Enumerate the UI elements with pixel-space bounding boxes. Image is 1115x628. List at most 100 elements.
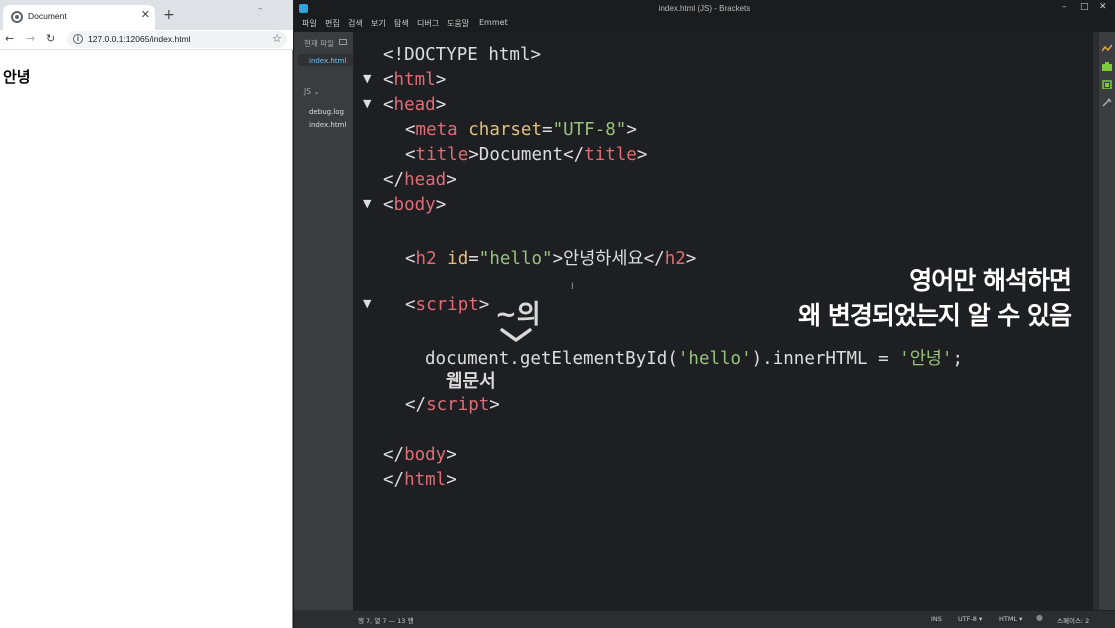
tag-name: meta (415, 120, 458, 140)
extension-manager-icon[interactable] (1102, 62, 1112, 71)
js-code: ).innerHTML = (751, 349, 900, 369)
tag-name: body (393, 195, 436, 215)
menu-edit[interactable]: 편집 (325, 18, 340, 29)
browser-tab[interactable]: Document ✕ (3, 5, 155, 30)
attr-name: id (447, 249, 469, 269)
project-file-index-html[interactable]: index.html (309, 121, 346, 129)
text-node: 안녕하세요 (563, 249, 644, 269)
menu-file[interactable]: 파일 (302, 18, 317, 29)
caption-line-2: 왜 변경되었는지 알 수 있음 (798, 301, 1072, 330)
minimize-icon[interactable]: – (258, 4, 263, 14)
attr-value: "UTF-8" (552, 120, 627, 140)
split-view-icon[interactable] (339, 39, 347, 45)
tag-name: body (404, 445, 447, 465)
brackets-window: index.html (JS) - Brackets – □ ✕ 파일 편집 검… (294, 0, 1115, 628)
menu-help[interactable]: 도움말 (447, 18, 469, 29)
fold-arrow-icon[interactable]: ▼ (363, 97, 371, 110)
cursor-position: 행 7, 열 7 — 13 행 (358, 617, 414, 625)
encoding-select[interactable]: UTF-8 ▾ (958, 615, 982, 623)
menu-bar: 파일 편집 검색 보기 탐색 디버그 도움말 Emmet (294, 17, 1115, 32)
menu-emmet[interactable]: Emmet (479, 18, 508, 27)
tag-name: h2 (664, 249, 686, 269)
browser-tabstrip: Document ✕ + – (0, 0, 293, 30)
doctype: <!DOCTYPE html> (383, 45, 542, 65)
attr-name: charset (468, 120, 543, 140)
new-tab-icon[interactable]: + (163, 7, 175, 23)
browser-toolbar: ← → ↻ i 127.0.0.1:12065/index.html ☆ (0, 30, 293, 50)
linter-status-icon[interactable]: ● (1036, 613, 1043, 622)
tag-name: script (426, 395, 490, 415)
address-bar[interactable]: i 127.0.0.1:12065/index.html ☆ (67, 31, 287, 48)
minimize-icon[interactable]: – (1062, 2, 1067, 12)
live-preview-icon[interactable] (1102, 44, 1112, 53)
attr-value: "hello" (478, 249, 553, 269)
maximize-icon[interactable]: □ (1080, 2, 1089, 12)
tag-name: html (404, 470, 447, 490)
code-line-17: </html> (383, 470, 457, 490)
browser-window: Document ✕ + – ← → ↻ i 127.0.0.1:12065/i… (0, 0, 293, 628)
working-files-label: 현재 파일 (304, 39, 334, 48)
js-code: ; (952, 349, 963, 369)
bookmark-star-icon[interactable]: ☆ (272, 32, 282, 45)
tab-title: Document (28, 11, 67, 21)
linter-icon[interactable] (1102, 80, 1112, 89)
project-file-debug-log[interactable]: debug.log (309, 108, 344, 116)
code-line-7: <body> (383, 195, 447, 215)
code-line-4: <meta charset="UTF-8"> (405, 120, 637, 140)
close-tab-icon[interactable]: ✕ (141, 8, 150, 21)
close-icon[interactable]: ✕ (1099, 2, 1107, 12)
tag-name: title (415, 145, 469, 165)
url-text: 127.0.0.1:12065/index.html (88, 34, 191, 44)
working-file-label[interactable]: index.html (309, 57, 346, 65)
tag-name: script (415, 295, 479, 315)
js-string: '안녕' (899, 349, 953, 369)
status-bar: 행 7, 열 7 — 13 행 INS UTF-8 ▾ HTML ▾ ● 스페이… (353, 610, 1115, 628)
fold-arrow-icon[interactable]: ▼ (363, 297, 371, 310)
code-line-6: </head> (383, 170, 457, 190)
menu-debug[interactable]: 디버그 (417, 18, 439, 29)
language-value: HTML (999, 615, 1018, 623)
code-line-3: <head> (383, 95, 447, 115)
code-line-5: <title>Document</title> (405, 145, 648, 165)
sidebar: 현재 파일 index.html JS ⌄ debug.log index.ht… (294, 32, 353, 610)
code-line-13: document.getElementById('hello').innerHT… (425, 345, 963, 370)
right-toolbar (1099, 32, 1115, 610)
tag-name: h2 (415, 249, 437, 269)
menu-view[interactable]: 보기 (371, 18, 386, 29)
js-string: 'hello' (677, 349, 752, 369)
tag-name: head (393, 95, 436, 115)
menu-find[interactable]: 검색 (348, 18, 363, 29)
menu-navigate[interactable]: 탐색 (394, 18, 409, 29)
text-cursor-icon: I (571, 282, 574, 292)
code-line-14: </script> (405, 395, 500, 415)
code-line-2: <html> (383, 70, 447, 90)
language-select[interactable]: HTML ▾ (999, 615, 1022, 623)
globe-icon (11, 11, 23, 23)
insert-mode-toggle[interactable]: INS (931, 615, 942, 623)
fold-arrow-icon[interactable]: ▼ (363, 72, 371, 85)
back-icon[interactable]: ← (5, 32, 14, 45)
tools-icon[interactable] (1102, 98, 1112, 107)
screen: Document ✕ + – ← → ↻ i 127.0.0.1:12065/i… (0, 0, 1115, 628)
caption-line-1: 영어만 해석하면 (909, 266, 1072, 295)
code-line-9: <h2 id="hello">안녕하세요</h2> (405, 249, 697, 269)
info-icon[interactable]: i (73, 34, 83, 44)
code-line-11: <script> (405, 295, 490, 315)
code-editor[interactable]: ▼ ▼ ▼ ▼ <!DOCTYPE html> <html> <head> <m… (353, 32, 1093, 610)
reload-icon[interactable]: ↻ (46, 32, 55, 45)
annotation-top: ~의 (495, 300, 541, 330)
project-name: JS (304, 87, 311, 96)
indent-setting[interactable]: 스페이스: 2 (1057, 615, 1089, 625)
annotation-bottom: 웹문서 (446, 371, 496, 392)
window-title: index.html (JS) - Brackets (658, 4, 751, 13)
browser-page: 안녕 (0, 51, 292, 628)
js-code: document.getElementById( (425, 349, 678, 369)
project-dropdown[interactable]: JS ⌄ (304, 87, 320, 96)
forward-icon[interactable]: → (26, 32, 35, 45)
page-heading: 안녕 (3, 68, 31, 86)
text-node: Document (478, 145, 564, 165)
code-line-1: <!DOCTYPE html> (383, 45, 541, 65)
tag-name: head (404, 170, 447, 190)
title-bar: index.html (JS) - Brackets – □ ✕ (294, 0, 1115, 17)
fold-arrow-icon[interactable]: ▼ (363, 197, 371, 210)
